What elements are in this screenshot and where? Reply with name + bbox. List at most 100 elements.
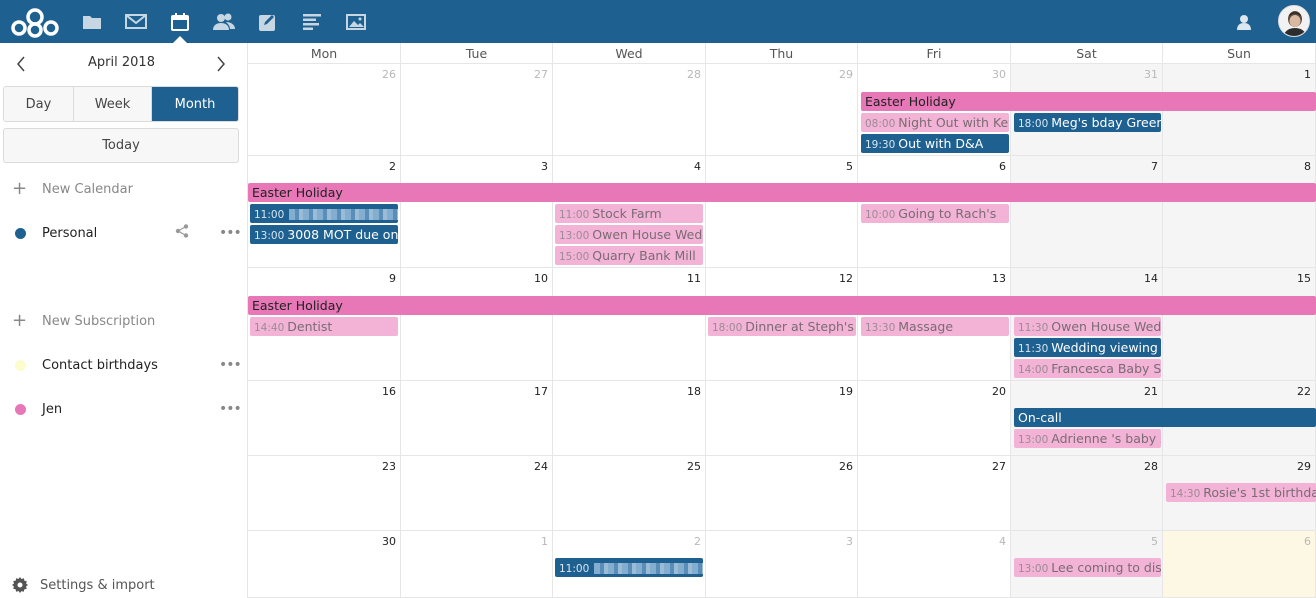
event-dentist[interactable]: 14:40 Dentist: [250, 317, 398, 336]
event-easter-holiday[interactable]: Easter Holiday: [248, 296, 1316, 315]
day-number: 2: [389, 160, 396, 173]
event-easter-holiday[interactable]: Easter Holiday: [248, 183, 1316, 202]
tasks-icon[interactable]: [290, 0, 334, 43]
event-easter-holiday[interactable]: Easter Holiday: [861, 92, 1316, 111]
event-wedding-viewing[interactable]: 11:30 Wedding viewing: [1014, 338, 1161, 357]
day-number: 18: [687, 385, 701, 398]
day-number: 26: [839, 460, 853, 473]
day-number: 21: [1144, 385, 1158, 398]
day-cell[interactable]: 17: [401, 381, 553, 456]
month-view-button[interactable]: Month: [152, 87, 238, 121]
day-cell[interactable]: 19: [706, 381, 858, 456]
day-cell[interactable]: 18: [553, 381, 706, 456]
day-cell[interactable]: 26: [706, 456, 858, 531]
gear-icon: [12, 577, 28, 597]
day-cell[interactable]: 3: [401, 156, 553, 268]
date-picker: April 2018: [0, 43, 247, 85]
gallery-icon[interactable]: [334, 0, 378, 43]
event-dinner-at-stephs[interactable]: 18:00 Dinner at Steph's: [708, 317, 856, 336]
event-redacted[interactable]: 11:00: [250, 204, 398, 223]
nextcloud-logo[interactable]: [10, 6, 60, 38]
day-number: 13: [992, 272, 1006, 285]
chevron-right-icon[interactable]: [210, 53, 232, 75]
contacts-menu-icon[interactable]: [1230, 8, 1258, 36]
event-massage[interactable]: 13:30 Massage: [861, 317, 1009, 336]
day-cell[interactable]: 16: [248, 381, 401, 456]
day-cell[interactable]: 15: [1163, 268, 1316, 381]
event-title: Easter Holiday: [252, 185, 343, 200]
event-adrienne-baby-shower[interactable]: 13:00Adrienne 's baby sh: [1014, 429, 1161, 448]
day-cell[interactable]: 25: [553, 456, 706, 531]
more-options-icon[interactable]: •••: [219, 225, 242, 241]
day-cell[interactable]: 26: [248, 64, 401, 156]
event-owen-house-wedding[interactable]: 11:30 Owen House Wedd: [1014, 317, 1161, 336]
new-subscription-button[interactable]: + New Subscription: [0, 306, 247, 336]
share-icon[interactable]: [175, 224, 189, 242]
event-time: 11:30: [1018, 343, 1049, 355]
week-view-button[interactable]: Week: [74, 87, 152, 121]
day-cell[interactable]: 27: [858, 456, 1011, 531]
day-cell[interactable]: 28: [553, 64, 706, 156]
day-view-button[interactable]: Day: [4, 87, 74, 121]
day-cell[interactable]: 5: [706, 156, 858, 268]
day-cell[interactable]: 24: [401, 456, 553, 531]
user-avatar[interactable]: [1278, 5, 1310, 37]
chevron-left-icon[interactable]: [10, 53, 32, 75]
day-cell[interactable]: 30: [248, 531, 401, 598]
day-number: 8: [1304, 160, 1311, 173]
event-night-out[interactable]: 08:00 Night Out with Kev: [861, 113, 1009, 132]
day-cell[interactable]: 4: [858, 531, 1011, 598]
day-number: 3: [541, 160, 548, 173]
calendar-item-personal[interactable]: Personal •••: [0, 218, 247, 248]
day-cell[interactable]: 28: [1011, 456, 1163, 531]
mail-icon[interactable]: [114, 0, 158, 43]
day-number: 30: [992, 68, 1006, 81]
event-title: Dentist: [287, 319, 333, 334]
calendar-color-dot[interactable]: [15, 227, 26, 239]
day-number: 2: [694, 535, 701, 548]
event-lee-coming[interactable]: 13:00 Lee coming to disc: [1014, 558, 1161, 577]
event-rosies-birthday[interactable]: 14:30 Rosie's 1st birthday: [1166, 483, 1316, 502]
day-cell[interactable]: 11: [553, 268, 706, 381]
calendar-color-dot[interactable]: [15, 359, 26, 371]
plus-icon: +: [12, 178, 28, 199]
more-options-icon[interactable]: •••: [219, 401, 242, 417]
event-on-call[interactable]: On-call: [1014, 408, 1316, 427]
day-cell[interactable]: 10: [401, 268, 553, 381]
event-going-to-rachs[interactable]: 10:00 Going to Rach's: [861, 204, 1009, 223]
event-francesca-baby-shower[interactable]: 14:00 Francesca Baby Sh: [1014, 359, 1161, 378]
subscription-item-contact-birthdays[interactable]: Contact birthdays •••: [0, 350, 247, 380]
day-number: 9: [389, 272, 396, 285]
day-number: 6: [1304, 535, 1311, 548]
day-cell[interactable]: 29: [706, 64, 858, 156]
subscription-label: Contact birthdays: [42, 357, 158, 373]
calendar-color-dot[interactable]: [15, 403, 26, 415]
day-cell[interactable]: 8: [1163, 156, 1316, 268]
day-cell[interactable]: 1: [401, 531, 553, 598]
event-megs-bday[interactable]: 18:00 Meg's bday Green: [1014, 113, 1161, 132]
day-cell[interactable]: 23: [248, 456, 401, 531]
day-cell[interactable]: 20: [858, 381, 1011, 456]
calendar-icon[interactable]: [158, 0, 202, 43]
notes-icon[interactable]: [246, 0, 290, 43]
event-redacted[interactable]: 11:00: [555, 558, 703, 577]
day-cell[interactable]: 3: [706, 531, 858, 598]
files-icon[interactable]: [70, 0, 114, 43]
event-quarry-bank-mill[interactable]: 15:00 Quarry Bank Mill: [555, 246, 703, 265]
settings-button[interactable]: Settings & import: [0, 573, 247, 597]
current-month-label[interactable]: April 2018: [50, 55, 193, 70]
contacts-icon[interactable]: [202, 0, 246, 43]
day-cell[interactable]: 27: [401, 64, 553, 156]
event-title: Owen House Wedd: [1051, 319, 1161, 334]
event-mot-due[interactable]: 13:003008 MOT due on 2: [250, 225, 398, 244]
day-cell[interactable]: 6: [1163, 531, 1316, 598]
subscription-item-jen[interactable]: Jen •••: [0, 394, 247, 424]
more-options-icon[interactable]: •••: [219, 357, 242, 373]
today-button[interactable]: Today: [3, 128, 239, 163]
event-stock-farm[interactable]: 11:00 Stock Farm: [555, 204, 703, 223]
event-out-with-da[interactable]: 19:30 Out with D&A: [861, 134, 1009, 153]
event-owen-house-wedding[interactable]: 13:00 Owen House Wedd: [555, 225, 703, 244]
day-number: 29: [839, 68, 853, 81]
day-cell[interactable]: 7: [1011, 156, 1163, 268]
new-calendar-button[interactable]: + New Calendar: [0, 174, 247, 204]
